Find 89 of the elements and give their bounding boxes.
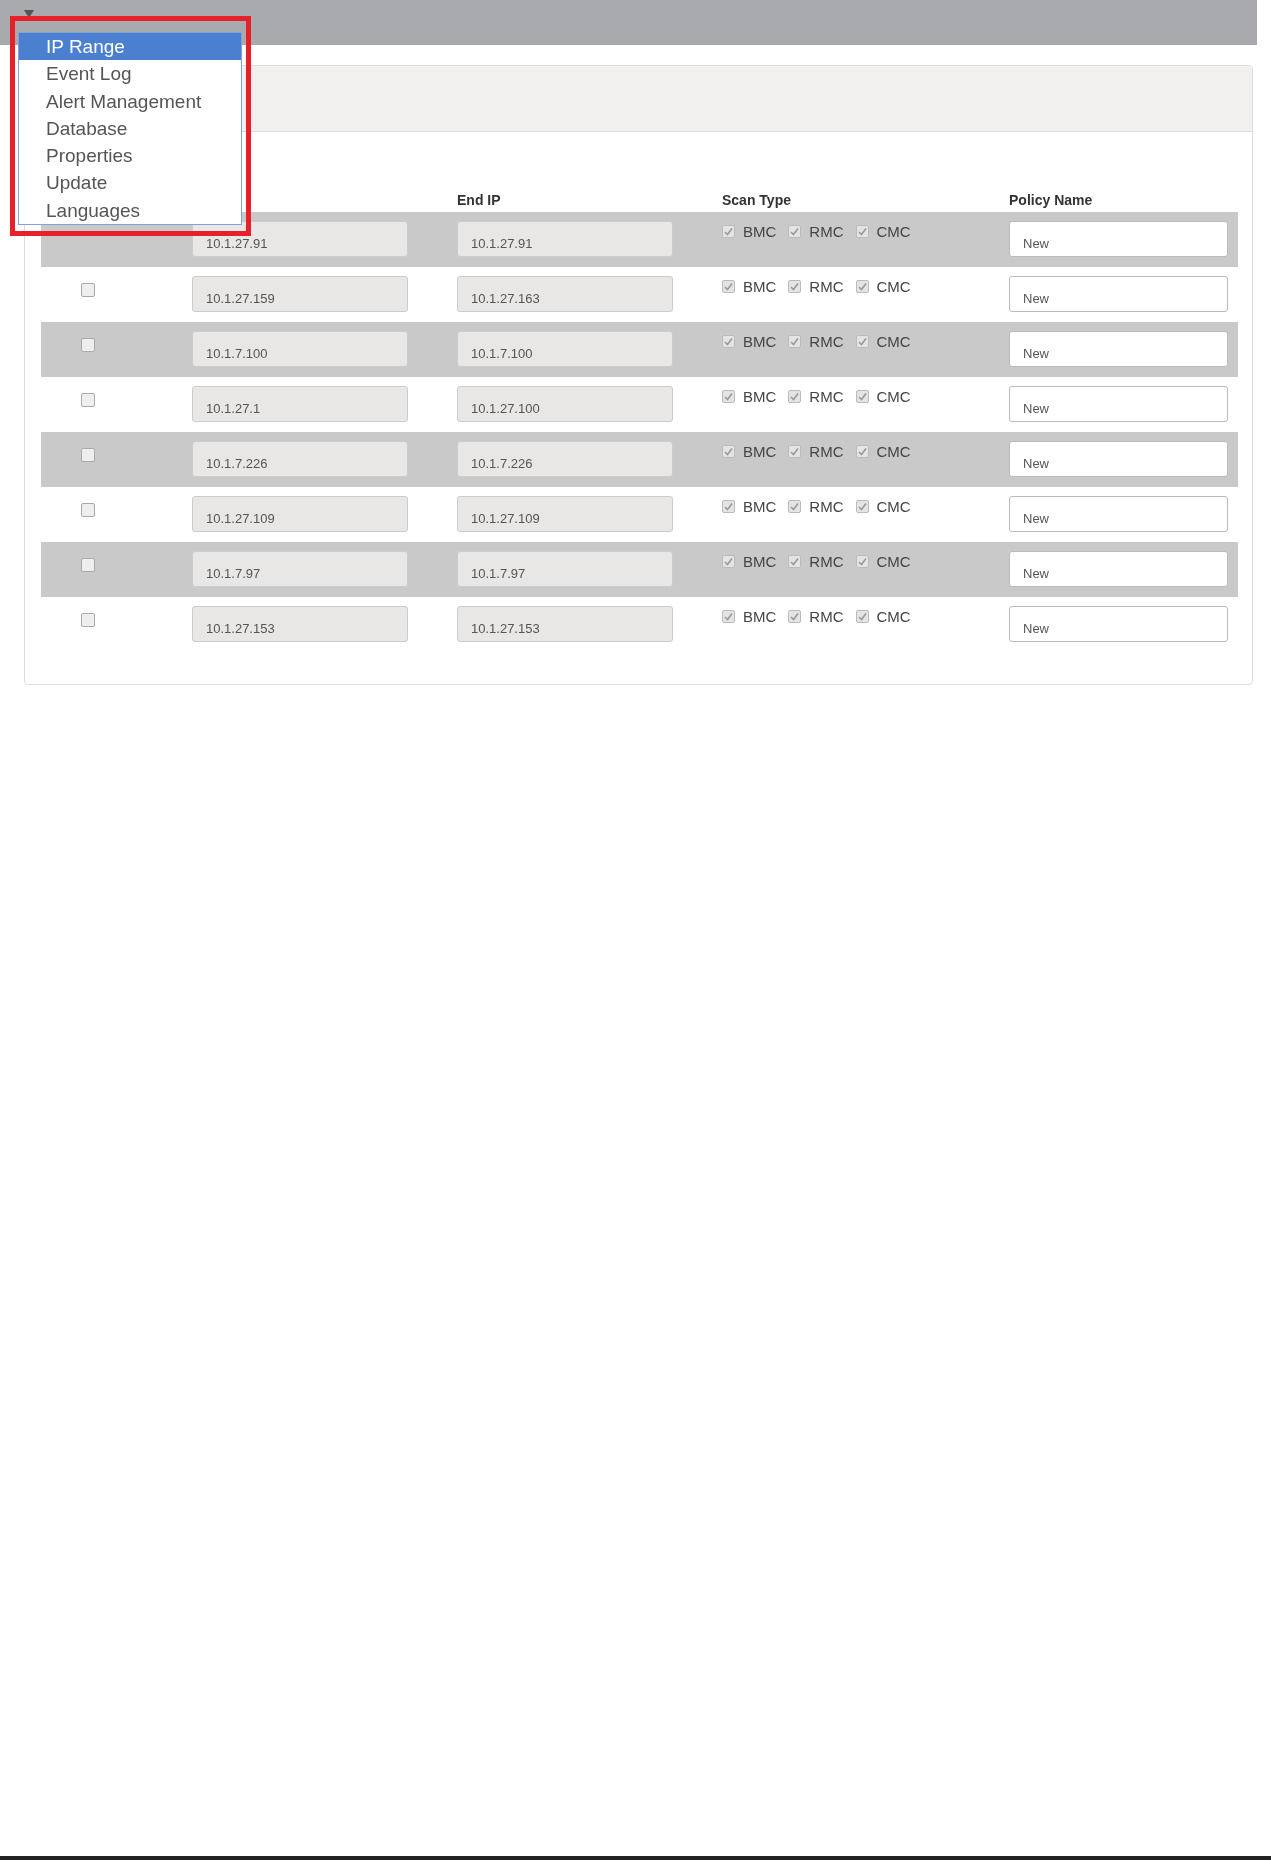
- start-ip-field[interactable]: 10.1.27.1: [192, 386, 408, 422]
- scan-type-label: BMC: [743, 608, 777, 625]
- policy-name-field[interactable]: New: [1009, 331, 1228, 367]
- scan-type-label: BMC: [743, 333, 777, 350]
- scan-type-label: CMC: [876, 553, 911, 570]
- menu-item[interactable]: Database: [19, 114, 241, 143]
- start-ip-field[interactable]: 10.1.7.226: [192, 441, 408, 477]
- scan-type-label: CMC: [876, 388, 911, 405]
- policy-name-field[interactable]: New: [1009, 276, 1228, 312]
- start-ip-field[interactable]: 10.1.27.159: [192, 276, 408, 312]
- end-ip-field[interactable]: 10.1.27.100: [457, 386, 673, 422]
- scan-type-checkbox[interactable]: [788, 225, 802, 238]
- scan-type-label: RMC: [809, 333, 844, 350]
- start-ip-field[interactable]: 10.1.27.153: [192, 606, 408, 642]
- end-ip-field[interactable]: 10.1.27.91: [457, 221, 673, 257]
- end-ip-field[interactable]: 10.1.7.226: [457, 441, 673, 477]
- scan-type-label: BMC: [743, 553, 777, 570]
- scan-type-checkbox[interactable]: [855, 225, 869, 238]
- end-ip-field[interactable]: 10.1.27.109: [457, 496, 673, 532]
- scan-type-checkbox[interactable]: [788, 610, 802, 623]
- scan-type-checkbox[interactable]: [788, 555, 802, 568]
- end-ip-field[interactable]: 10.1.7.97: [457, 551, 673, 587]
- row-checkbox[interactable]: [81, 503, 95, 517]
- scan-type-checkbox[interactable]: [722, 390, 735, 403]
- scan-type-checkbox[interactable]: [722, 445, 735, 458]
- scan-type-checkbox[interactable]: [788, 445, 802, 458]
- policy-name-field[interactable]: New: [1009, 606, 1228, 642]
- start-ip-field[interactable]: 10.1.7.100: [192, 331, 408, 367]
- scan-type-label: RMC: [809, 553, 844, 570]
- menu-item[interactable]: Event Log: [19, 60, 241, 88]
- scan-type-checkbox[interactable]: [788, 500, 802, 513]
- menu-item[interactable]: Update: [19, 169, 241, 197]
- scan-type-checkbox[interactable]: [788, 335, 802, 348]
- scan-type-label: CMC: [876, 608, 911, 625]
- scan-type-label: RMC: [809, 388, 844, 405]
- policy-name-field[interactable]: New: [1009, 221, 1228, 257]
- row-checkbox[interactable]: [81, 338, 95, 352]
- scan-type-checkbox[interactable]: [855, 610, 869, 623]
- column-header: Scan Type: [722, 192, 792, 210]
- end-ip-field[interactable]: 10.1.27.153: [457, 606, 673, 642]
- scan-type-label: CMC: [876, 333, 911, 350]
- scan-type-label: RMC: [809, 223, 844, 240]
- row-checkbox[interactable]: [81, 393, 95, 407]
- end-ip-field[interactable]: 10.1.7.100: [457, 331, 673, 367]
- start-ip-field[interactable]: 10.1.7.97: [192, 551, 408, 587]
- scan-type-label: CMC: [876, 498, 911, 515]
- start-ip-field[interactable]: 10.1.27.91: [192, 221, 408, 257]
- scan-type-label: RMC: [809, 443, 844, 460]
- row-checkbox[interactable]: [81, 613, 95, 627]
- scan-type-checkbox[interactable]: [722, 225, 735, 238]
- scan-type-checkbox[interactable]: [855, 335, 869, 348]
- scan-type-label: CMC: [876, 223, 911, 240]
- scan-type-checkbox[interactable]: [722, 500, 735, 513]
- column-header: Policy Name: [1009, 192, 1094, 210]
- end-ip-field[interactable]: 10.1.27.163: [457, 276, 673, 312]
- scan-type-label: BMC: [743, 388, 777, 405]
- row-checkbox[interactable]: [81, 283, 95, 297]
- caret-icon: [24, 10, 34, 18]
- scan-type-label: RMC: [809, 498, 844, 515]
- menu-item[interactable]: IP Range: [19, 33, 241, 61]
- scan-type-checkbox[interactable]: [788, 280, 802, 293]
- row-checkbox[interactable]: [81, 558, 95, 572]
- scan-type-checkbox[interactable]: [722, 610, 735, 623]
- scan-type-checkbox[interactable]: [788, 390, 802, 403]
- scan-type-checkbox[interactable]: [722, 555, 735, 568]
- scan-type-checkbox[interactable]: [722, 280, 735, 293]
- menu-item[interactable]: Properties: [19, 142, 241, 170]
- scan-type-label: RMC: [809, 608, 844, 625]
- scan-type-checkbox[interactable]: [722, 335, 735, 348]
- column-header: End IP: [457, 192, 502, 210]
- scan-type-label: BMC: [743, 443, 777, 460]
- scan-type-label: BMC: [743, 223, 777, 240]
- policy-name-field[interactable]: New: [1009, 496, 1228, 532]
- scan-type-checkbox[interactable]: [855, 445, 869, 458]
- scan-type-checkbox[interactable]: [855, 390, 869, 403]
- scan-type-checkbox[interactable]: [855, 555, 869, 568]
- scan-type-checkbox[interactable]: [855, 280, 869, 293]
- scan-type-checkbox[interactable]: [855, 500, 869, 513]
- policy-name-field[interactable]: New: [1009, 386, 1228, 422]
- scan-type-label: CMC: [876, 443, 911, 460]
- start-ip-field[interactable]: 10.1.27.109: [192, 496, 408, 532]
- menu-item[interactable]: Alert Management: [19, 87, 241, 115]
- scan-type-label: RMC: [809, 278, 844, 295]
- policy-name-field[interactable]: New: [1009, 551, 1228, 587]
- scan-type-label: BMC: [743, 278, 777, 295]
- scan-type-label: CMC: [876, 278, 911, 295]
- scan-type-label: BMC: [743, 498, 777, 515]
- row-checkbox[interactable]: [81, 448, 95, 462]
- policy-name-field[interactable]: New: [1009, 441, 1228, 477]
